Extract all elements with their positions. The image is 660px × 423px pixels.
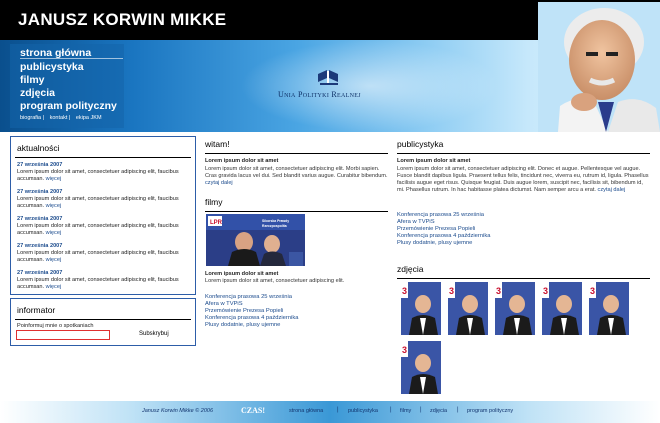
footer-link-zdjecia[interactable]: zdjęcia [430,408,447,414]
gallery-photo[interactable]: 3 [495,282,535,335]
news-text: Lorem ipsum dolor sit amet, consectetuer… [17,250,179,263]
article-link[interactable]: Konferencja prasowa 4 października [397,233,490,239]
publicystyka-article-title[interactable]: Lorem ipsum dolor sit amet [397,158,470,164]
read-more-link[interactable]: czytaj dalej [598,187,626,193]
film-link[interactable]: Konferencja prasowa 4 października [205,315,298,321]
svg-text:3: 3 [402,345,407,355]
film-thumbnail[interactable]: LPR Sikorska Prawdy Rzeczpospolita [206,214,305,266]
svg-text:3: 3 [496,286,501,296]
nav-item-program[interactable]: program polityczny [20,100,117,112]
gallery-photo[interactable]: 3 [542,282,582,335]
publicystyka-article-text: Lorem ipsum dolor sit amet, consectetuer… [397,166,649,193]
footer-link-home[interactable]: strona główna [289,408,323,414]
sub-nav: biografia | kontakt | ekipa JKM [20,115,102,121]
svg-text:Rzeczpospolita: Rzeczpospolita [262,224,287,228]
nav-divider [20,58,123,59]
filmy-links: Konferencja prasowa 25 września Afera w … [205,294,298,329]
news-text: Lorem ipsum dolor sit amet, consectetuer… [17,196,179,209]
informator-box: informator Poinformuj mnie o spotkaniach… [10,298,196,346]
subscribe-button[interactable]: Subskrybuj [139,331,169,337]
article-link[interactable]: Afera w TVPiS [397,219,435,225]
subnav-biografia[interactable]: biografia [20,115,41,121]
aktualnosci-box: aktualności 27 września 2007 Lorem ipsum… [10,136,196,295]
filmy-article-text: Lorem ipsum dolor sit amet, consectetuer… [205,278,345,284]
article-link[interactable]: Konferencja prasowa 25 września [397,212,484,218]
informator-title: informator [17,305,56,315]
article-link[interactable]: Przemówienie Prezesa Popieli [397,226,475,232]
publicystyka-links: Konferencja prasowa 25 września Afera w … [397,212,490,247]
main-nav: strona główna publicystyka filmy zdjęcia… [10,44,124,128]
publicystyka-title: publicystyka [397,139,444,149]
upr-logo-text: Unia Polityki Realnej [278,90,361,99]
witam-article-title[interactable]: Lorem ipsum dolor sit amet [205,158,278,164]
film-link[interactable]: Afera w TVPiS [205,301,243,307]
czas-logo[interactable]: CZAS! [241,406,265,415]
email-field[interactable] [16,330,110,340]
footer-link-program[interactable]: program polityczny [467,408,513,414]
news-date[interactable]: 27 września 2007 [17,189,195,196]
svg-text:Sikorska Prawdy: Sikorska Prawdy [262,219,289,223]
news-text: Lorem ipsum dolor sit amet, consectetuer… [17,223,179,236]
film-link[interactable]: Przemówienie Prezesa Popieli [205,308,283,314]
filmy-article-title[interactable]: Lorem ipsum dolor sit amet [205,271,278,277]
more-link[interactable]: więcej [46,257,62,263]
read-more-link[interactable]: czytaj dalej [205,180,233,186]
witam-article-text: Lorem ipsum dolor sit amet, consectetuer… [205,166,388,186]
news-date[interactable]: 27 września 2007 [17,216,195,223]
portrait-photo [538,2,660,132]
footer-link-publicystyka[interactable]: publicystyka [348,408,378,414]
witam-title: witam! [205,139,230,149]
subnav-ekipa[interactable]: ekipa JKM [76,115,102,121]
gallery-photo[interactable]: 3 [401,341,441,394]
nav-item-publicystyka[interactable]: publicystyka [20,61,84,73]
svg-text:3: 3 [402,286,407,296]
news-text: Lorem ipsum dolor sit amet, consectetuer… [17,277,179,290]
zdjecia-title: zdjęcia [397,264,424,274]
svg-text:3: 3 [543,286,548,296]
article-link[interactable]: Plusy dodatnie, plusy ujemne [397,240,472,246]
more-link[interactable]: więcej [46,284,62,290]
aktualnosci-title: aktualności [17,143,60,153]
news-date[interactable]: 27 września 2007 [17,243,195,250]
news-date[interactable]: 27 września 2007 [17,162,195,169]
footer-copyright: Janusz Korwin Mikke © 2006 [142,408,214,414]
more-link[interactable]: więcej [46,176,62,182]
svg-text:LPR: LPR [210,220,223,226]
informator-label: Poinformuj mnie o spotkaniach [17,323,94,329]
film-link[interactable]: Konferencja prasowa 25 września [205,294,292,300]
film-link[interactable]: Plusy dodatnie, plusy ujemne [205,322,280,328]
filmy-title: filmy [205,197,223,207]
gallery-photo[interactable]: 3 [589,282,629,335]
nav-item-filmy[interactable]: filmy [20,74,45,86]
gallery-photo[interactable]: 3 [448,282,488,335]
footer: Janusz Korwin Mikke © 2006 CZAS! strona … [0,401,660,423]
nav-item-zdjecia[interactable]: zdjęcia [20,87,55,99]
upr-logo-icon [318,70,338,85]
news-item: 27 września 2007 Lorem ipsum dolor sit a… [17,216,195,237]
news-item: 27 września 2007 Lorem ipsum dolor sit a… [17,270,195,291]
gallery-photo[interactable]: 3 [401,282,441,335]
news-text: Lorem ipsum dolor sit amet, consectetuer… [17,169,179,182]
subnav-kontakt[interactable]: kontakt [50,115,68,121]
news-date[interactable]: 27 września 2007 [17,270,195,277]
news-item: 27 września 2007 Lorem ipsum dolor sit a… [17,243,195,264]
news-item: 27 września 2007 Lorem ipsum dolor sit a… [17,189,195,210]
news-item: 27 września 2007 Lorem ipsum dolor sit a… [17,162,195,183]
svg-text:3: 3 [590,286,595,296]
footer-link-filmy[interactable]: filmy [400,408,411,414]
site-title[interactable]: JANUSZ KORWIN MIKKE [18,10,226,30]
more-link[interactable]: więcej [46,203,62,209]
more-link[interactable]: więcej [46,230,62,236]
svg-text:3: 3 [449,286,454,296]
